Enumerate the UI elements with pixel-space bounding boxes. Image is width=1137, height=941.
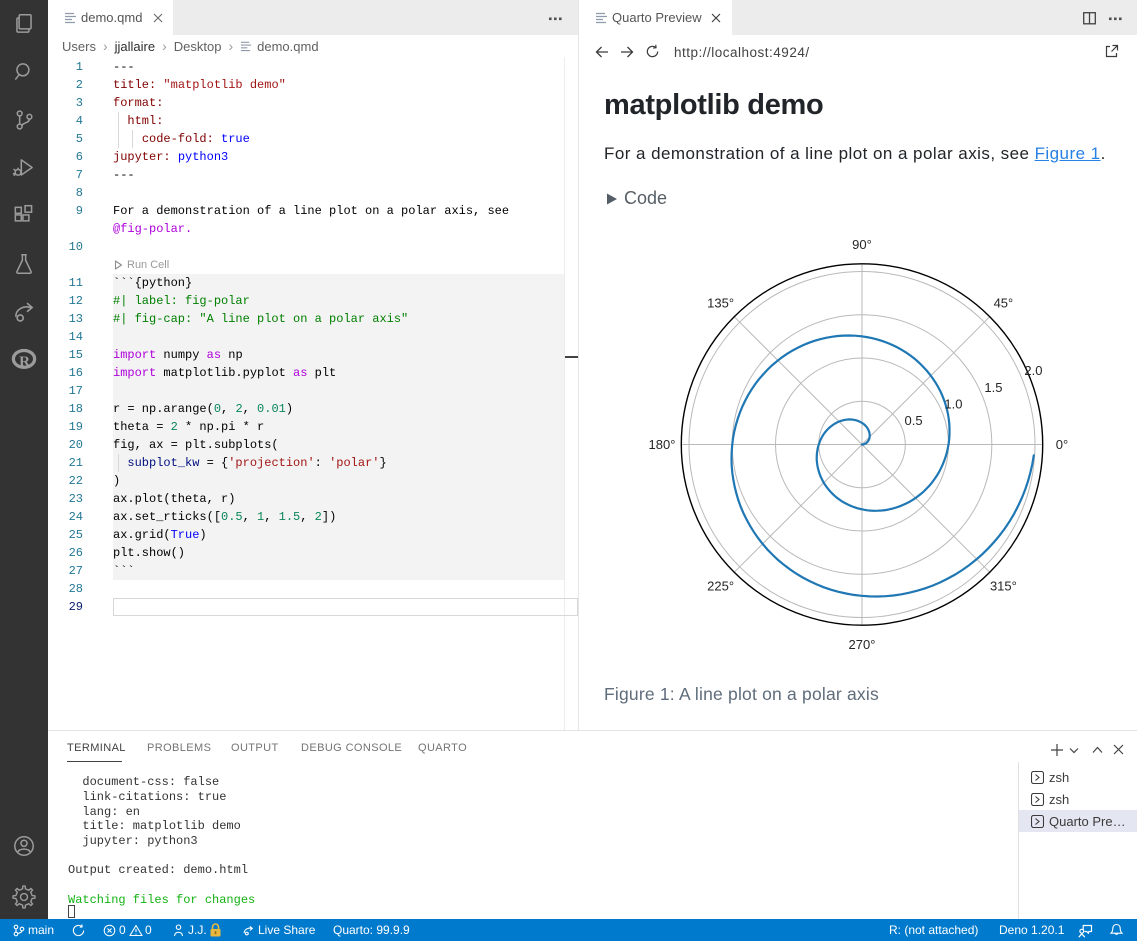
svg-text:315°: 315° xyxy=(990,578,1017,593)
svg-text:225°: 225° xyxy=(707,578,734,593)
svg-text:135°: 135° xyxy=(707,296,734,311)
svg-text:45°: 45° xyxy=(994,296,1014,311)
svg-text:180°: 180° xyxy=(649,437,676,452)
svg-text:1.0: 1.0 xyxy=(944,396,962,411)
svg-text:0°: 0° xyxy=(1056,437,1068,452)
svg-text:0.5: 0.5 xyxy=(905,413,923,428)
svg-text:2.0: 2.0 xyxy=(1024,363,1042,378)
svg-text:1.5: 1.5 xyxy=(984,380,1002,395)
svg-text:90°: 90° xyxy=(852,237,872,252)
svg-text:R: R xyxy=(19,353,31,370)
svg-text:270°: 270° xyxy=(849,637,876,652)
